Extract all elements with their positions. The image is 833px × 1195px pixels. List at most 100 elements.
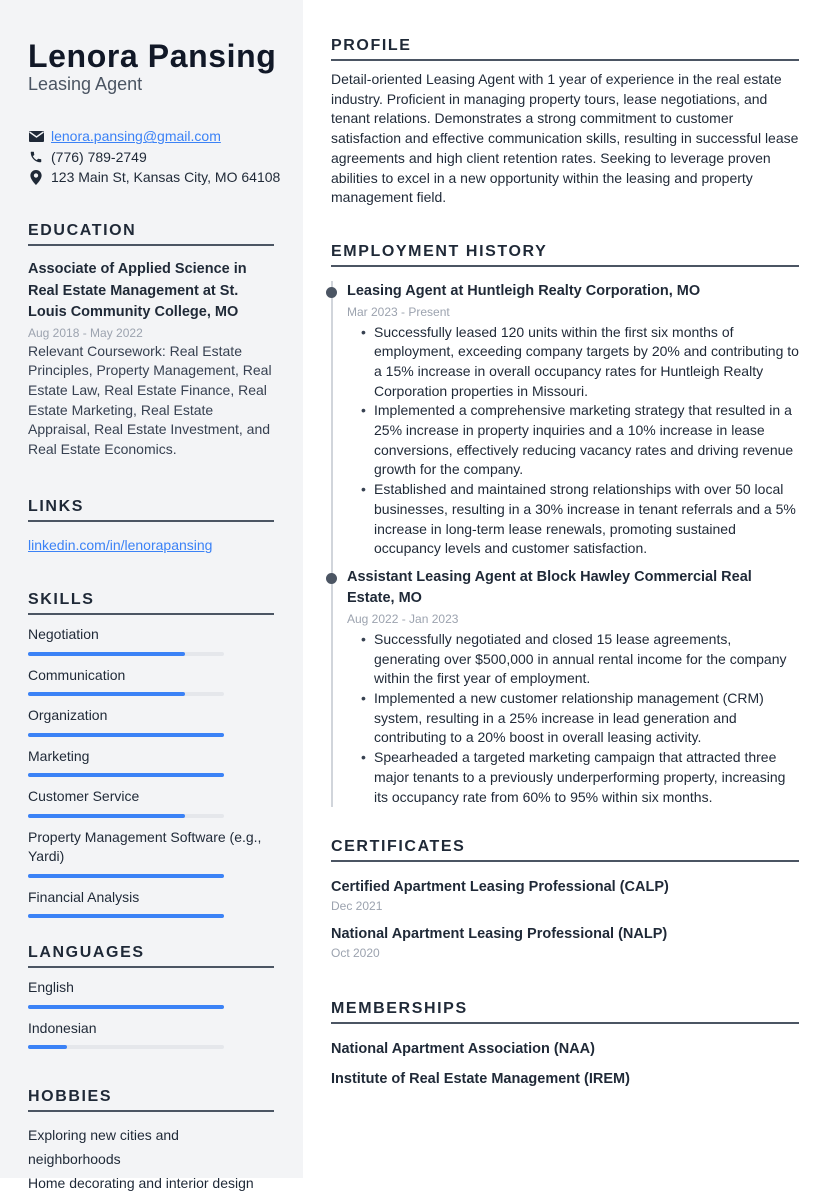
- phone-icon: [28, 149, 44, 165]
- contact-info: lenora.pansing@gmail.com (776) 789-2749 …: [28, 126, 280, 188]
- skill-item: Financial Analysis: [28, 888, 274, 918]
- language-label: Indonesian: [28, 1019, 97, 1036]
- certificates-heading: CERTIFICATES: [331, 838, 799, 862]
- skill-item: Customer Service: [28, 787, 274, 818]
- skill-level-bar: [28, 873, 224, 878]
- job-bullets: Successfully negotiated and closed 15 le…: [347, 630, 799, 807]
- job-bullets: Successfully leased 120 units within the…: [347, 323, 799, 559]
- language-item: English: [28, 978, 274, 1009]
- skill-level-fill: [28, 773, 224, 777]
- education-heading: EDUCATION: [28, 222, 274, 246]
- profile-heading: PROFILE: [331, 37, 799, 61]
- skill-level-fill: [28, 813, 185, 818]
- skill-level-bar: [28, 773, 224, 777]
- job-entry: Assistant Leasing Agent at Block Hawley …: [326, 567, 799, 807]
- profile-text: Detail-oriented Leasing Agent with 1 yea…: [331, 71, 799, 206]
- contact-email: lenora.pansing@gmail.com: [28, 126, 280, 147]
- hobby-item: Exploring new cities and neighborhoods: [28, 1127, 179, 1167]
- skills-list: Negotiation Communication Organization Mark…: [28, 625, 274, 918]
- links-heading: LINKS: [28, 498, 274, 522]
- contact-address: 123 Main St, Kansas City, MO 64108: [28, 167, 280, 188]
- skill-level-bar: [28, 914, 224, 918]
- employment-section: EMPLOYMENT HISTORY Leasing Agent at Hunt…: [326, 243, 799, 808]
- job-dates: Mar 2023 - Present: [347, 304, 450, 319]
- employment-timeline: Leasing Agent at Huntleigh Realty Corpor…: [326, 281, 799, 808]
- certificate-date: Dec 2021: [331, 899, 383, 913]
- skill-label: Organization: [28, 707, 108, 723]
- job-bullet: Implemented a comprehensive marketing st…: [347, 401, 799, 480]
- skill-label: Negotiation: [28, 626, 99, 642]
- skill-level-fill: [28, 732, 224, 737]
- timeline-dot: [326, 572, 337, 584]
- skill-label: Property Management Software (e.g., Yard…: [28, 828, 262, 865]
- language-label: English: [28, 979, 74, 995]
- employment-heading: EMPLOYMENT HISTORY: [331, 243, 799, 267]
- hobby-item: Home decorating and interior design: [28, 1175, 254, 1191]
- skills-section: SKILLS Negotiation Communication Organizat…: [28, 591, 274, 918]
- job-bullet: Successfully leased 120 units within the…: [347, 323, 799, 402]
- certificate-item: Certified Apartment Leasing Professional…: [331, 877, 799, 915]
- skill-level-fill: [28, 914, 224, 918]
- job-entry: Leasing Agent at Huntleigh Realty Corpor…: [326, 281, 799, 559]
- skill-item: Organization: [28, 706, 274, 737]
- candidate-name: Lenora Pansing: [28, 38, 277, 74]
- skill-level-bar: [28, 692, 224, 696]
- language-level-bar: [28, 1045, 224, 1049]
- job-dates: Aug 2022 - Jan 2023: [347, 611, 459, 626]
- language-level-fill: [28, 1045, 68, 1049]
- job-bullet: Implemented a new customer relationship …: [347, 689, 799, 748]
- languages-heading: LANGUAGES: [28, 944, 274, 968]
- skill-level-bar: [28, 651, 224, 656]
- phone-number: (776) 789-2749: [51, 148, 147, 165]
- education-description: Relevant Coursework: Real Estate Princip…: [28, 342, 272, 458]
- memberships-section: MEMBERSHIPS National Apartment Associati…: [331, 1000, 799, 1089]
- skill-item: Property Management Software (e.g., Yard…: [28, 828, 274, 878]
- membership-item: National Apartment Association (NAA): [331, 1041, 595, 1057]
- languages-section: LANGUAGES English Indonesian: [28, 944, 274, 1049]
- certificate-title: Certified Apartment Leasing Professional…: [331, 879, 669, 895]
- email-link[interactable]: lenora.pansing@gmail.com: [51, 128, 221, 144]
- timeline-dot: [326, 287, 337, 298]
- certificates-section: CERTIFICATES Certified Apartment Leasing…: [331, 838, 799, 962]
- language-level-fill: [28, 1004, 224, 1009]
- skill-level-fill: [28, 692, 185, 696]
- education-degree: Associate of Applied Science in Real Est…: [28, 261, 247, 320]
- skill-level-bar: [28, 813, 224, 818]
- map-pin-icon: [28, 169, 44, 185]
- job-bullet: Successfully negotiated and closed 15 le…: [347, 630, 799, 689]
- job-title: Leasing Agent at Huntleigh Realty Corpor…: [347, 283, 701, 299]
- memberships-heading: MEMBERSHIPS: [331, 1000, 799, 1024]
- certificate-item: National Apartment Leasing Professional …: [331, 924, 799, 962]
- skill-item: Communication: [28, 666, 274, 696]
- languages-list: English Indonesian: [28, 978, 274, 1049]
- hobbies-heading: HOBBIES: [28, 1088, 274, 1112]
- skill-level-fill: [28, 651, 185, 656]
- address: 123 Main St, Kansas City, MO 64108: [51, 169, 281, 186]
- skills-heading: SKILLS: [28, 591, 274, 615]
- language-item: Indonesian: [28, 1019, 274, 1049]
- skill-label: Communication: [28, 666, 126, 683]
- links-section: LINKS linkedin.com/in/lenorapansing: [28, 498, 274, 555]
- skill-label: Financial Analysis: [28, 888, 140, 905]
- job-bullet: Established and maintained strong relati…: [347, 480, 799, 559]
- education-dates: Aug 2018 - May 2022: [28, 325, 143, 340]
- skill-level-fill: [28, 873, 224, 878]
- skill-label: Marketing: [28, 747, 90, 764]
- envelope-icon: [28, 128, 44, 144]
- membership-item: Institute of Real Estate Management (IRE…: [331, 1071, 630, 1087]
- hobbies-section: HOBBIES Exploring new cities and neighbo…: [28, 1088, 274, 1195]
- certificate-date: Oct 2020: [331, 946, 380, 960]
- skill-level-bar: [28, 732, 224, 737]
- language-level-bar: [28, 1004, 224, 1009]
- skill-item: Marketing: [28, 747, 274, 777]
- contact-phone: (776) 789-2749: [28, 147, 280, 168]
- job-title: Assistant Leasing Agent at Block Hawley …: [347, 568, 752, 607]
- skill-label: Customer Service: [28, 788, 140, 804]
- profile-section: PROFILE Detail-oriented Leasing Agent wi…: [331, 37, 799, 208]
- education-section: EDUCATION Associate of Applied Science i…: [28, 222, 274, 460]
- skill-item: Negotiation: [28, 625, 274, 656]
- linkedin-link[interactable]: linkedin.com/in/lenorapansing: [28, 537, 212, 553]
- job-bullet: Spearheaded a targeted marketing campaig…: [347, 748, 799, 807]
- candidate-title: Leasing Agent: [28, 74, 143, 94]
- certificate-title: National Apartment Leasing Professional …: [331, 926, 668, 942]
